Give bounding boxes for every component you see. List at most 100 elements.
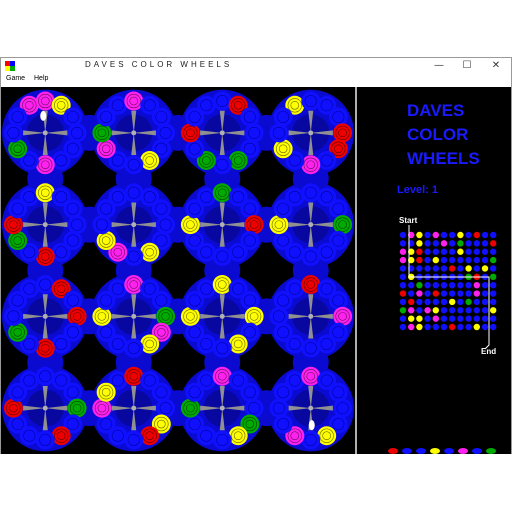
wheel-ball xyxy=(273,382,293,402)
wheel-ball xyxy=(273,414,293,434)
minimap-dot xyxy=(408,290,415,297)
minimap-dot xyxy=(457,231,464,239)
minimap-dot xyxy=(424,315,431,322)
minimap-dot xyxy=(465,323,472,331)
minimap-dot xyxy=(490,281,497,289)
minimap-dot xyxy=(481,231,489,239)
wheel-hub xyxy=(219,313,225,319)
tray-ball xyxy=(402,448,412,454)
wheel-ball xyxy=(63,199,83,219)
minimap-dot xyxy=(473,265,480,272)
color-wheel[interactable] xyxy=(267,181,355,268)
color-wheel[interactable] xyxy=(90,273,178,360)
minimap-dot xyxy=(440,307,448,314)
wheel-ball xyxy=(124,246,144,266)
minimap-dot xyxy=(457,240,464,247)
wheel-ball xyxy=(96,414,116,434)
minimap-dot xyxy=(490,248,497,255)
minimap-dot xyxy=(399,307,407,314)
wheel-ball xyxy=(301,183,321,203)
wheel-ball xyxy=(273,199,293,219)
minimap-dot xyxy=(473,248,480,255)
color-wheel[interactable] xyxy=(179,89,266,177)
menu-game[interactable]: Game xyxy=(6,75,25,82)
color-wheel[interactable] xyxy=(179,181,266,268)
wheel-ball xyxy=(92,306,112,326)
tray-ball xyxy=(430,448,440,454)
wheel-ball xyxy=(51,334,71,354)
color-wheel[interactable] xyxy=(179,364,266,452)
wheel-ball xyxy=(156,123,176,143)
side-panel: DAVES COLOR WHEELS Level: 1 Start End xyxy=(357,87,511,454)
minimap-dot xyxy=(473,240,480,247)
color-wheel[interactable] xyxy=(267,364,355,452)
minimap-dot xyxy=(481,265,489,272)
wheel-ball xyxy=(240,290,260,310)
color-wheel[interactable] xyxy=(90,89,178,177)
title-bar[interactable]: DAVES COLOR WHEELS — ☐ ✕ xyxy=(1,58,511,74)
color-wheel[interactable] xyxy=(2,273,89,360)
minimap-dot xyxy=(465,256,472,264)
wheel-ball xyxy=(96,322,116,342)
menu-help[interactable]: Help xyxy=(34,75,48,82)
maximize-button[interactable]: ☐ xyxy=(452,58,482,74)
wheel-ball xyxy=(333,123,353,143)
color-wheel[interactable] xyxy=(267,273,355,360)
minimap-dot xyxy=(473,256,480,264)
wheel-ball xyxy=(228,334,248,354)
wheel-ball xyxy=(8,322,28,342)
close-button[interactable]: ✕ xyxy=(481,58,511,74)
wheel-ball xyxy=(244,398,264,418)
minimap-dot xyxy=(457,248,464,255)
wheel-ball xyxy=(3,306,23,326)
wheel-ball xyxy=(51,242,71,262)
minimap-dot xyxy=(465,307,472,314)
wheel-ball xyxy=(180,123,200,143)
wheel-hub xyxy=(42,313,48,319)
minimap-dot xyxy=(440,290,448,297)
minimap-dot xyxy=(408,281,415,289)
minimap-dot xyxy=(424,240,431,247)
tray-ball xyxy=(486,448,496,454)
wheel-ball xyxy=(269,215,289,235)
color-wheel[interactable] xyxy=(90,364,178,452)
color-wheel[interactable] xyxy=(2,89,89,177)
minimap-dot xyxy=(457,281,464,289)
minimap-dot xyxy=(481,248,489,255)
wheel-hub xyxy=(308,313,314,319)
wheel-ball xyxy=(3,215,23,235)
color-wheel[interactable] xyxy=(179,273,266,360)
minimap-dot xyxy=(473,323,480,331)
wheel-ball xyxy=(273,107,293,127)
minimap-dot xyxy=(424,323,431,331)
minimap-dot xyxy=(416,248,423,255)
minimap-dot xyxy=(416,240,423,247)
wheel-ball xyxy=(212,246,232,266)
color-wheel[interactable] xyxy=(90,181,178,268)
wheel-ball xyxy=(35,338,55,358)
minimap-dot xyxy=(465,298,472,306)
wheel-ball xyxy=(269,306,289,326)
wheel-ball xyxy=(8,414,28,434)
wheel-ball xyxy=(140,426,160,446)
wheel-ball xyxy=(212,183,232,203)
wheel-ball xyxy=(185,107,205,127)
minimap-dot xyxy=(490,307,497,314)
minimap-dot xyxy=(481,240,489,247)
color-wheel[interactable] xyxy=(2,181,89,268)
wheel-ball xyxy=(8,231,28,251)
color-wheel[interactable] xyxy=(267,89,355,177)
minimap-dot xyxy=(457,298,464,306)
minimize-button[interactable]: — xyxy=(424,58,454,74)
wheel-ball xyxy=(212,338,232,358)
color-wheel[interactable] xyxy=(2,364,89,452)
wheel-ball xyxy=(96,107,116,127)
minimap-dot xyxy=(424,265,431,272)
wheel-hub xyxy=(42,222,48,228)
wheel-hub xyxy=(131,313,137,319)
minimap-dot xyxy=(449,248,456,255)
minimap-dot xyxy=(473,315,480,322)
wheel-ball xyxy=(35,246,55,266)
wheel-board[interactable] xyxy=(1,87,355,454)
minimap-dot xyxy=(473,281,480,289)
